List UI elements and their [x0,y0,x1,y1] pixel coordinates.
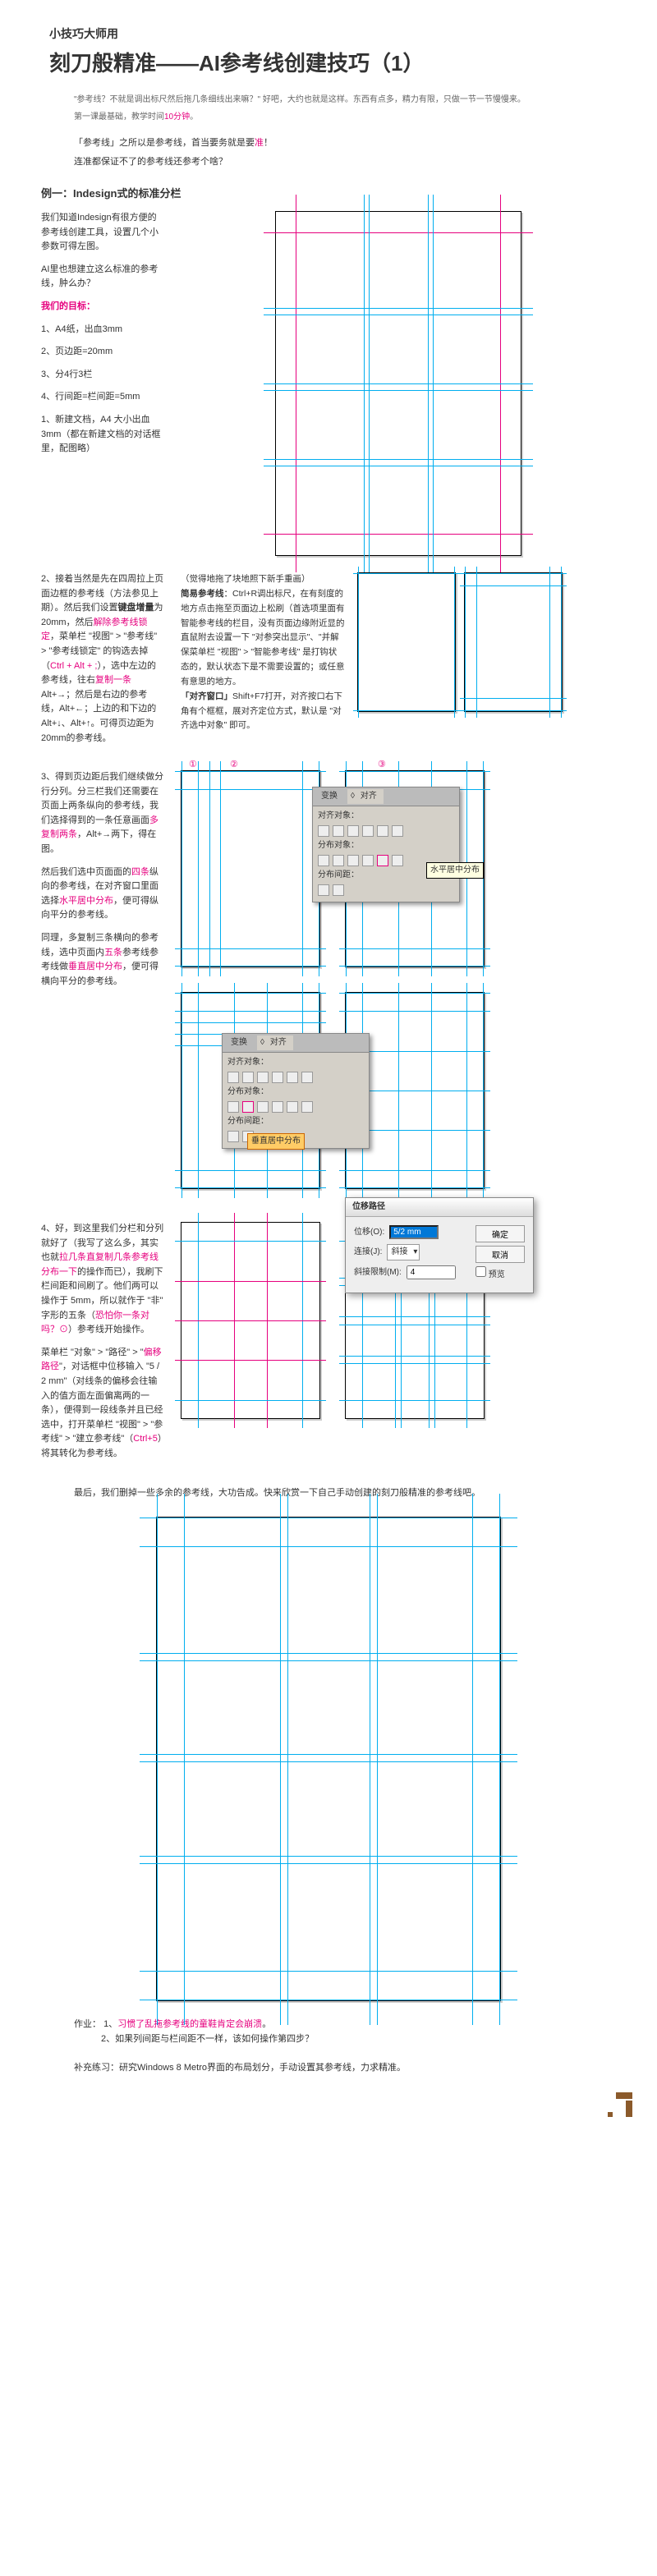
tab-align[interactable]: ◊ 对齐 [347,789,384,804]
preview-checkbox[interactable] [476,1266,486,1277]
gap-icon[interactable] [318,884,329,896]
dist-icon[interactable] [362,855,374,866]
step4-p2: 菜单栏 "对象" > "路径" > "偏移路径"，对话框中位移输入 "5 / 2… [41,1346,164,1462]
align-icon[interactable] [318,825,329,837]
align-icon[interactable] [347,825,359,837]
tab-transform-2[interactable]: 变换 [227,1035,250,1050]
align-icon[interactable] [377,825,388,837]
align-panel-2[interactable]: 变换 ◊ 对齐 对齐对象： 分布对象： 分布间距： 垂直居中分布 [222,1033,370,1149]
guide-mock-2a [357,572,456,712]
goal-title: 我们的目标： [41,300,164,315]
step3-p2: 然后我们选中页面面的四条纵向的参考线，在对齐窗口里面选择水平居中分布，便可得纵向… [41,866,164,923]
tab-align-2[interactable]: ◊ 对齐 [257,1035,293,1050]
dist-gap-label: 分布间距： [318,869,359,882]
eg1-p1: 我们知道Indesign有很方便的参考线创建工具，设置几个小参数可得左图。 [41,211,164,255]
dist-vcenter-icon[interactable] [242,1101,254,1113]
goal-4: 4、行间距=栏间距=5mm [41,390,164,405]
join-label: 连接(J): [354,1246,382,1259]
gap-icon[interactable] [333,884,344,896]
dist-icon[interactable] [318,855,329,866]
guide-mock-3a [181,770,320,967]
dialog-title: 位移路径 [346,1198,533,1217]
example-1-title: 例一：Indesign式的标准分栏 [41,186,616,203]
dist-icon[interactable] [333,855,344,866]
quote-2: 第一课最基础，教学时间10分钟。 [74,111,616,124]
goal-1: 1、A4纸，出血3mm [41,323,164,337]
panel-tabs: 变换 ◊ 对齐 [313,787,459,806]
guide-mock-4a [181,1222,320,1419]
eg1-p2: AI里也想建立这么标准的参考线，肿么办？ [41,263,164,292]
step4-p1: 4、好，到这里我们分栏和分列就好了（我写了这么多，其实也就拉几条直复制几条参考线… [41,1222,164,1338]
join-select[interactable]: 斜接 [387,1244,420,1260]
guide-mock-2b [464,572,563,712]
align-icon[interactable] [333,825,344,837]
final-text: 最后，我们删掉一些多余的参考线，大功告成。快来欣赏一下自己手动创建的刻刀般精准的… [74,1486,583,1501]
limit-input[interactable] [407,1265,456,1279]
offset-input[interactable] [389,1225,439,1239]
ok-button[interactable]: 确定 [476,1225,525,1242]
dist-obj-label: 分布对象： [318,839,359,852]
logo-icon [608,2092,632,2117]
limit-label: 斜接限制(M): [354,1266,402,1279]
quote-1: "参考线？不就是调出标尺然后拖几条细线出来嘛？" 好吧，大约也就是这样。东西有点… [74,94,616,107]
main-title: 刻刀般精准——AI参考线创建技巧（1） [49,47,616,81]
homework: 作业： 1、习惯了乱拖参考线的童鞋肯定会崩溃。 2、如果列间距与栏间距不一样，该… [74,2018,583,2075]
tab-transform[interactable]: 变换 [318,789,341,804]
dist-hcenter-icon[interactable] [377,855,388,866]
step2: 2、接着当然是先在四周拉上页面边框的参考线（方法参见上期）。然后我们设置键盘增量… [41,572,164,746]
tooltip-hcenter: 水平居中分布 [426,862,484,879]
goal-3: 3、分4行3栏 [41,368,164,383]
step-1: 1、新建文档，A4 大小出血 3mm（都在新建文档的对话框里，配图略） [41,413,164,457]
offset-path-dialog[interactable]: 位移路径 位移(O): 连接(J): 斜接 斜接限制(M): [345,1197,534,1293]
offset-label: 位移(O): [354,1226,384,1239]
goal-2: 2、页边距=20mm [41,345,164,360]
step3-p1: 3、得到页边距后我们继续做分行分列。分三栏我们还需要在页面上两条纵向的参考线，我… [41,770,164,857]
guide-final [156,1517,501,2001]
dist-icon[interactable] [392,855,403,866]
align-icon[interactable] [362,825,374,837]
align-panel-1[interactable]: 变换 ◊ 对齐 对齐对象： 分布对象： 分布间距： 水平居中分布 [312,787,460,902]
sup-title: 小技巧大师用 [49,25,616,43]
sub-intro: 连准都保证不了的参考线还参考个啥？ [74,155,616,170]
step2-mid-text: （觉得地拖了块地照下新手重画） 简易参考线：Ctrl+R调出标尺，在有刻度的地方… [181,572,345,754]
guide-mock-1 [275,211,521,556]
intro: 「参考线」之所以是参考线，首当要务就是要准！ [74,136,616,151]
align-icon[interactable] [392,825,403,837]
step3-p3: 同理，多复制三条横向的参考线，选中页面内五条参考线参考线做垂直居中分布，便可得横… [41,931,164,989]
dist-icon[interactable] [347,855,359,866]
align-obj-label: 对齐对象： [318,810,359,823]
tooltip-vcenter: 垂直居中分布 [247,1133,305,1150]
cancel-button[interactable]: 取消 [476,1246,525,1263]
